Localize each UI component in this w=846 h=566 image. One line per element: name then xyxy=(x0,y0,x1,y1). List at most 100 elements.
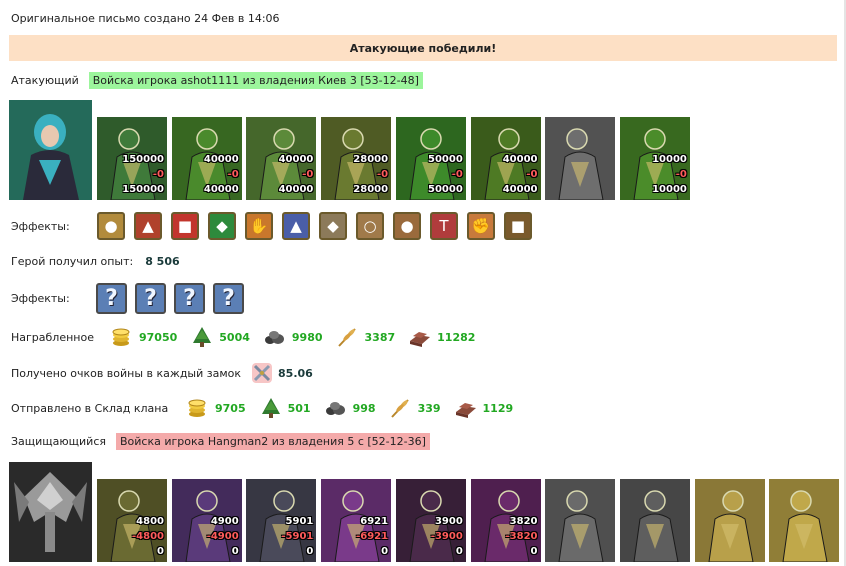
resource-value: 3387 xyxy=(364,330,396,344)
unit-count: 150000 xyxy=(122,154,164,165)
unit-grey-hooded[interactable] xyxy=(545,117,616,200)
resource-value: 11282 xyxy=(437,330,476,344)
unit-remain: 40000 xyxy=(502,184,538,195)
created-text: Оригинальное письмо создано 24 Фев в 14:… xyxy=(11,12,280,25)
unit-remain: 40000 xyxy=(278,184,314,195)
effects2-row: Эффекты: ???? xyxy=(11,283,252,314)
unit-loss: -0 xyxy=(152,169,164,180)
unit-loss: -4900 xyxy=(206,531,239,542)
defender-label: Защищающийся xyxy=(11,435,106,448)
effects1-row: Эффекты: ● ▲ ■ ◆ ✋ ▲ ◆ ○ ● T ✊ ■ xyxy=(11,212,541,240)
unit-count: 40000 xyxy=(278,154,314,165)
resource-wood: 501 xyxy=(260,398,311,418)
unit-remain: 40000 xyxy=(203,184,239,195)
unit-remain: 0 xyxy=(381,546,389,557)
dice-effect-icon[interactable]: ■ xyxy=(171,212,199,240)
resource-value: 5004 xyxy=(219,330,250,344)
unit-green-rider[interactable]: 150000 -0 150000 xyxy=(97,117,167,200)
unit-remain: 50000 xyxy=(428,184,463,195)
unit-loss: -5901 xyxy=(281,531,314,542)
unit-green-spearman[interactable]: 40000 -0 40000 xyxy=(246,117,317,200)
unit-dark-archer[interactable]: 3900 -3900 0 xyxy=(395,479,466,562)
unit-count: 5901 xyxy=(285,516,314,527)
unit-dragon-rider[interactable]: 5901 -5901 0 xyxy=(246,479,317,562)
attacker-tag[interactable]: Войска игрока ashot1111 из владения Киев… xyxy=(88,72,423,89)
unit-remain: 0 xyxy=(157,546,164,557)
hammer-effect-icon[interactable]: T xyxy=(430,212,458,240)
unit-remain: 0 xyxy=(306,546,314,557)
attacker-hero-portrait[interactable] xyxy=(9,100,92,200)
resource-value: 9980 xyxy=(291,330,323,344)
fist-effect-icon[interactable]: ✊ xyxy=(467,212,495,240)
effects1-label: Эффекты: xyxy=(11,219,70,233)
unknown-effect-icon[interactable]: ? xyxy=(213,283,244,314)
resource-value: 97050 xyxy=(139,330,178,344)
unit-grey-hooded-2[interactable] xyxy=(545,479,616,562)
unit-golden-orb[interactable] xyxy=(769,479,840,562)
unit-green-ogre[interactable]: 4800 -4800 0 xyxy=(97,479,167,562)
unit-purple-sorceress[interactable]: 3820 -3820 0 xyxy=(470,479,541,562)
defender-row: Защищающийся Войска игрока Hangman2 из в… xyxy=(11,433,430,450)
grain-icon xyxy=(337,327,359,347)
loot-row: Награбленное 97050 5004 9980 3387 11282 xyxy=(11,327,489,347)
armor-effect-icon[interactable]: ◆ xyxy=(319,212,347,240)
unit-loss: -0 xyxy=(451,169,463,180)
helmet-effect-icon[interactable]: ▲ xyxy=(282,212,310,240)
experience-label: Герой получил опыт: xyxy=(11,255,134,268)
defender-tag[interactable]: Войска игрока Hangman2 из владения 5 с [… xyxy=(116,433,430,450)
unit-remain: 0 xyxy=(455,546,463,557)
unknown-effect-icon[interactable]: ? xyxy=(174,283,205,314)
unit-green-mage[interactable]: 10000 -0 10000 xyxy=(619,117,690,200)
unit-count: 3820 xyxy=(509,516,538,527)
result-text: Атакующие победили! xyxy=(349,41,497,55)
unit-winged-creature[interactable]: 28000 -0 28000 xyxy=(321,117,392,200)
sack-effect-icon[interactable]: ● xyxy=(393,212,421,240)
unit-purple-rogue[interactable]: 4900 -4900 0 xyxy=(171,479,242,562)
unit-green-archer[interactable]: 50000 -0 50000 xyxy=(395,117,466,200)
bracelet-effect-icon[interactable]: ○ xyxy=(356,212,384,240)
unit-loss: -0 xyxy=(675,169,687,180)
ore-icon xyxy=(325,398,347,418)
grain-icon xyxy=(390,398,412,418)
gold-icon xyxy=(187,398,209,418)
unit-grey-spider[interactable] xyxy=(619,479,690,562)
defender-hero-portrait[interactable] xyxy=(9,462,92,562)
unit-green-swordsman[interactable]: 40000 -0 40000 xyxy=(171,117,242,200)
unit-count: 40000 xyxy=(203,154,239,165)
gold-icon xyxy=(111,327,133,347)
unit-count: 3900 xyxy=(434,516,463,527)
war-points-value: 85.06 xyxy=(278,366,313,380)
unit-golden-lizard[interactable] xyxy=(694,479,765,562)
shield-effect-icon[interactable]: ◆ xyxy=(208,212,236,240)
unit-remain: 10000 xyxy=(652,184,687,195)
resource-value: 1129 xyxy=(482,401,514,415)
resource-grain: 339 xyxy=(390,398,441,418)
unit-loss: -6921 xyxy=(356,531,389,542)
resource-gold: 97050 xyxy=(111,327,177,347)
resource-value: 9705 xyxy=(215,401,246,415)
unit-green-knight[interactable]: 40000 -0 40000 xyxy=(470,117,541,200)
unit-remain: 28000 xyxy=(353,184,389,195)
war-points-label: Получено очков войны в каждый замок xyxy=(11,366,242,380)
wood-icon xyxy=(191,327,213,347)
experience-value: 8 506 xyxy=(145,255,180,268)
war-points-row: Получено очков войны в каждый замок 85.0… xyxy=(11,362,313,384)
attacker-label: Атакующий xyxy=(11,74,79,87)
unit-remain: 0 xyxy=(231,546,239,557)
unit-count: 4800 xyxy=(136,516,164,527)
unit-remain: 150000 xyxy=(122,184,164,195)
handshake-effect-icon[interactable]: ✋ xyxy=(245,212,273,240)
castle-effect-icon[interactable]: ▲ xyxy=(134,212,162,240)
unit-loss: -3900 xyxy=(430,531,463,542)
ore-icon xyxy=(264,327,286,347)
resource-grain: 3387 xyxy=(337,327,396,347)
unit-count: 28000 xyxy=(353,154,389,165)
crossed-swords-icon xyxy=(251,362,273,384)
coins-effect-icon[interactable]: ● xyxy=(97,212,125,240)
unknown-effect-icon[interactable]: ? xyxy=(135,283,166,314)
chest-effect-icon[interactable]: ■ xyxy=(504,212,532,240)
unknown-effect-icon[interactable]: ? xyxy=(96,283,127,314)
unit-purple-harpy[interactable]: 6921 -6921 0 xyxy=(321,479,392,562)
unit-loss: -0 xyxy=(227,169,239,180)
resource-brick: 1129 xyxy=(455,398,514,418)
